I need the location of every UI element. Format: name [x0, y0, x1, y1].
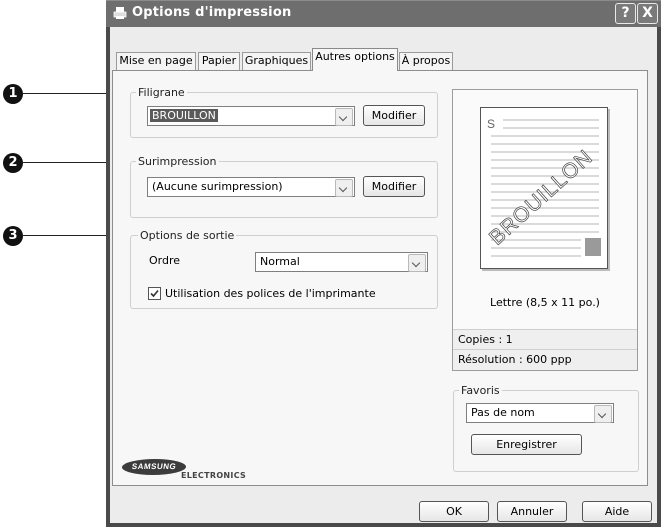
tab-papier[interactable]: Papier	[198, 52, 240, 70]
overlay-group-label: Surimpression	[136, 155, 219, 168]
resolution-row: Résolution : 600 ppp	[453, 349, 637, 370]
favorites-select[interactable]: Pas de nom	[466, 403, 614, 423]
page-preview-graphic: S BROUILLON	[485, 117, 601, 257]
callout-3: 3	[3, 226, 23, 246]
favorites-select-value: Pas de nom	[471, 406, 535, 419]
printer-fonts-checkbox[interactable]	[148, 287, 161, 300]
order-label: Ordre	[149, 254, 181, 267]
printer-fonts-label[interactable]: Utilisation des polices de l'imprimante	[165, 287, 376, 300]
output-group-label: Options de sortie	[138, 229, 237, 242]
order-select-value: Normal	[260, 255, 300, 268]
ok-button[interactable]: OK	[419, 501, 489, 522]
samsung-logo-subtitle: ELECTRONICS	[181, 471, 247, 480]
help-title-button[interactable]: ?	[615, 3, 636, 24]
save-favorite-button[interactable]: Enregistrer	[471, 434, 582, 455]
printer-icon	[113, 6, 127, 20]
close-title-button[interactable]: X	[637, 3, 658, 24]
watermark-modify-button[interactable]: Modifier	[363, 105, 425, 126]
page-corner-letter: S	[487, 117, 495, 131]
watermark-select[interactable]: BROUILLON	[147, 106, 355, 126]
watermark-select-value: BROUILLON	[150, 109, 218, 122]
page-watermark-text: BROUILLON	[485, 145, 597, 249]
tab-graphiques[interactable]: Graphiques	[242, 52, 311, 70]
paper-size-label: Lettre (8,5 x 11 po.)	[490, 296, 600, 309]
chevron-down-icon[interactable]	[408, 254, 426, 272]
window-title: Options d'impression	[132, 5, 292, 20]
watermark-group-label: Filigrane	[136, 86, 187, 99]
copies-label: Copies : 1	[458, 333, 513, 346]
page-image-block	[585, 238, 601, 256]
chevron-down-icon[interactable]	[335, 179, 353, 197]
overlay-select-value: (Aucune surimpression)	[152, 180, 283, 193]
order-select[interactable]: Normal	[255, 252, 428, 272]
check-icon	[150, 289, 159, 298]
cancel-button[interactable]: Annuler	[497, 501, 567, 522]
help-button[interactable]: Aide	[582, 501, 652, 522]
copies-row: Copies : 1	[453, 329, 637, 349]
favorites-group-label: Favoris	[459, 384, 502, 397]
callout-2: 2	[3, 153, 23, 173]
resolution-label: Résolution : 600 ppp	[458, 353, 572, 366]
chevron-down-icon[interactable]	[335, 108, 353, 126]
tab-autres-options[interactable]: Autres options	[312, 48, 398, 71]
tab-a-propos[interactable]: À propos	[399, 52, 453, 70]
callout-1: 1	[3, 84, 23, 104]
tab-mise-en-page[interactable]: Mise en page	[116, 52, 196, 70]
page-preview: S BROUILLON	[480, 107, 608, 269]
overlay-modify-button[interactable]: Modifier	[363, 176, 425, 197]
overlay-select[interactable]: (Aucune surimpression)	[147, 177, 355, 197]
chevron-down-icon[interactable]	[594, 405, 612, 423]
